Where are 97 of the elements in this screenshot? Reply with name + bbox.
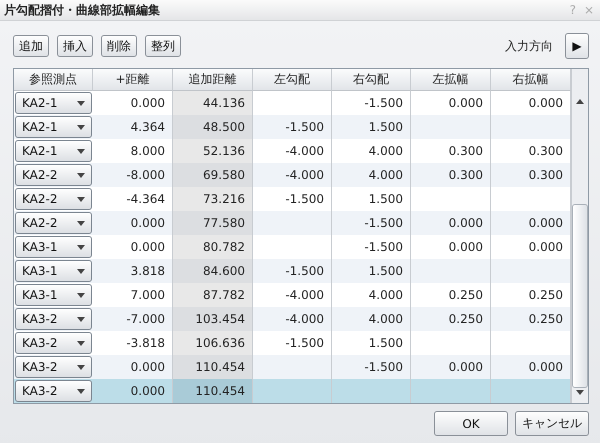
- station-dropdown[interactable]: KA2-1: [15, 116, 92, 138]
- table-cell: 1.500: [332, 259, 411, 283]
- scroll-down-icon[interactable]: [576, 390, 584, 395]
- scrollbar-thumb[interactable]: [572, 204, 588, 388]
- table-row[interactable]: KA3-1 7.000 87.782 -4.000 4.000 0.250 0.250: [14, 283, 571, 307]
- table-cell: -7.000: [93, 307, 173, 331]
- table-cell: 44.136: [173, 91, 253, 115]
- table-row[interactable]: KA3-2 0.000 110.454 -1.500 0.000 0.000: [14, 355, 571, 379]
- table-row[interactable]: KA2-2 0.000 77.580 -1.500 0.000 0.000: [14, 211, 571, 235]
- table-row[interactable]: KA3-2 0.000 110.454: [14, 379, 571, 403]
- table-cell: 4.364: [93, 115, 173, 139]
- station-dropdown[interactable]: KA2-2: [15, 164, 92, 186]
- table-cell: 0.300: [411, 163, 491, 187]
- station-dropdown[interactable]: KA3-1: [15, 260, 92, 282]
- table-cell: 0.000: [491, 211, 571, 235]
- scroll-up-icon[interactable]: [576, 99, 584, 104]
- dialog-button[interactable]: OK: [434, 411, 508, 436]
- caret-icon: [77, 148, 85, 154]
- station-dropdown[interactable]: KA2-1: [15, 140, 92, 162]
- column-header[interactable]: +距離: [93, 69, 173, 91]
- table-cell: 0.000: [93, 379, 173, 403]
- table-cell: 106.636: [173, 331, 253, 355]
- caret-icon: [77, 388, 85, 394]
- caret-icon: [77, 268, 85, 274]
- station-dropdown[interactable]: KA3-2: [15, 356, 92, 378]
- table-cell: -1.500: [253, 259, 332, 283]
- dialog-button[interactable]: キャンセル: [515, 411, 589, 436]
- table-row[interactable]: KA3-1 0.000 80.782 -1.500 0.000 0.000: [14, 235, 571, 259]
- table-cell: -1.500: [253, 115, 332, 139]
- table-row[interactable]: KA2-1 8.000 52.136 -4.000 4.000 0.300 0.300: [14, 139, 571, 163]
- column-header[interactable]: 参照測点: [14, 69, 93, 91]
- table-cell: 4.000: [332, 307, 411, 331]
- table-cell: 80.782: [173, 235, 253, 259]
- table-cell: -8.000: [93, 163, 173, 187]
- caret-icon: [77, 364, 85, 370]
- table-row[interactable]: KA3-1 3.818 84.600 -1.500 1.500: [14, 259, 571, 283]
- table-cell: 0.300: [491, 163, 571, 187]
- station-dropdown[interactable]: KA2-2: [15, 212, 92, 234]
- table-cell: 0.000: [411, 355, 491, 379]
- table-cell: 48.500: [173, 115, 253, 139]
- caret-icon: [77, 100, 85, 106]
- caret-icon: [77, 172, 85, 178]
- table-cell: 103.454: [173, 307, 253, 331]
- table-row[interactable]: KA3-2 -3.818 106.636 -1.500 1.500: [14, 331, 571, 355]
- station-dropdown[interactable]: KA3-2: [15, 308, 92, 330]
- column-header[interactable]: 右拡幅: [491, 69, 571, 91]
- table-row[interactable]: KA2-2 -8.000 69.580 -4.000 4.000 0.300 0.300: [14, 163, 571, 187]
- scrollbar[interactable]: [571, 69, 588, 403]
- caret-icon: [77, 292, 85, 298]
- column-header[interactable]: 左勾配: [253, 69, 332, 91]
- table-row[interactable]: KA2-1 0.000 44.136 -1.500 0.000 0.000: [14, 91, 571, 115]
- window-title: 片勾配摺付・曲線部拡幅編集: [4, 2, 161, 18]
- toolbar-button[interactable]: 追加: [13, 35, 49, 57]
- toolbar-button[interactable]: 削除: [101, 35, 137, 57]
- table-cell: 69.580: [173, 163, 253, 187]
- caret-icon: [77, 316, 85, 322]
- table-cell: 52.136: [173, 139, 253, 163]
- table-cell: -1.500: [332, 355, 411, 379]
- caret-icon: [77, 220, 85, 226]
- table-cell: 1.500: [332, 115, 411, 139]
- table-cell: -4.000: [253, 163, 332, 187]
- table-cell: 4.000: [332, 163, 411, 187]
- station-dropdown[interactable]: KA2-2: [15, 188, 92, 210]
- table-cell: 87.782: [173, 283, 253, 307]
- table-cell: 0.000: [411, 211, 491, 235]
- table-cell: -4.000: [253, 307, 332, 331]
- direction-label: 入力方向: [505, 38, 553, 54]
- table-cell: 73.216: [173, 187, 253, 211]
- table-cell: 3.818: [93, 259, 173, 283]
- table-cell: 0.000: [491, 355, 571, 379]
- table-cell: 77.580: [173, 211, 253, 235]
- table-row[interactable]: KA3-2 -7.000 103.454 -4.000 4.000 0.250 0.250: [14, 307, 571, 331]
- station-dropdown[interactable]: KA3-1: [15, 236, 92, 258]
- table-row[interactable]: KA2-2 -4.364 73.216 -1.500 1.500: [14, 187, 571, 211]
- station-dropdown[interactable]: KA3-2: [15, 380, 92, 402]
- toolbar-button[interactable]: 挿入: [57, 35, 93, 57]
- toolbar-button[interactable]: 整列: [145, 35, 181, 57]
- table-cell: 0.250: [491, 307, 571, 331]
- caret-icon: [77, 124, 85, 130]
- station-dropdown[interactable]: KA3-2: [15, 332, 92, 354]
- table-cell: -1.500: [332, 211, 411, 235]
- table-cell: 84.600: [173, 259, 253, 283]
- table-cell: 0.250: [411, 307, 491, 331]
- table-cell: 110.454: [173, 379, 253, 403]
- caret-icon: [77, 244, 85, 250]
- table-cell: 0.000: [93, 355, 173, 379]
- caret-icon: [77, 340, 85, 346]
- direction-button[interactable]: ▶: [565, 33, 589, 59]
- table-cell: 0.000: [93, 211, 173, 235]
- column-header[interactable]: 右勾配: [332, 69, 411, 91]
- column-header[interactable]: 追加距離: [173, 69, 253, 91]
- table-row[interactable]: KA2-1 4.364 48.500 -1.500 1.500: [14, 115, 571, 139]
- column-header[interactable]: 左拡幅: [411, 69, 491, 91]
- caret-icon: [77, 196, 85, 202]
- station-dropdown[interactable]: KA2-1: [15, 92, 92, 114]
- table-cell: 110.454: [173, 355, 253, 379]
- station-dropdown[interactable]: KA3-1: [15, 284, 92, 306]
